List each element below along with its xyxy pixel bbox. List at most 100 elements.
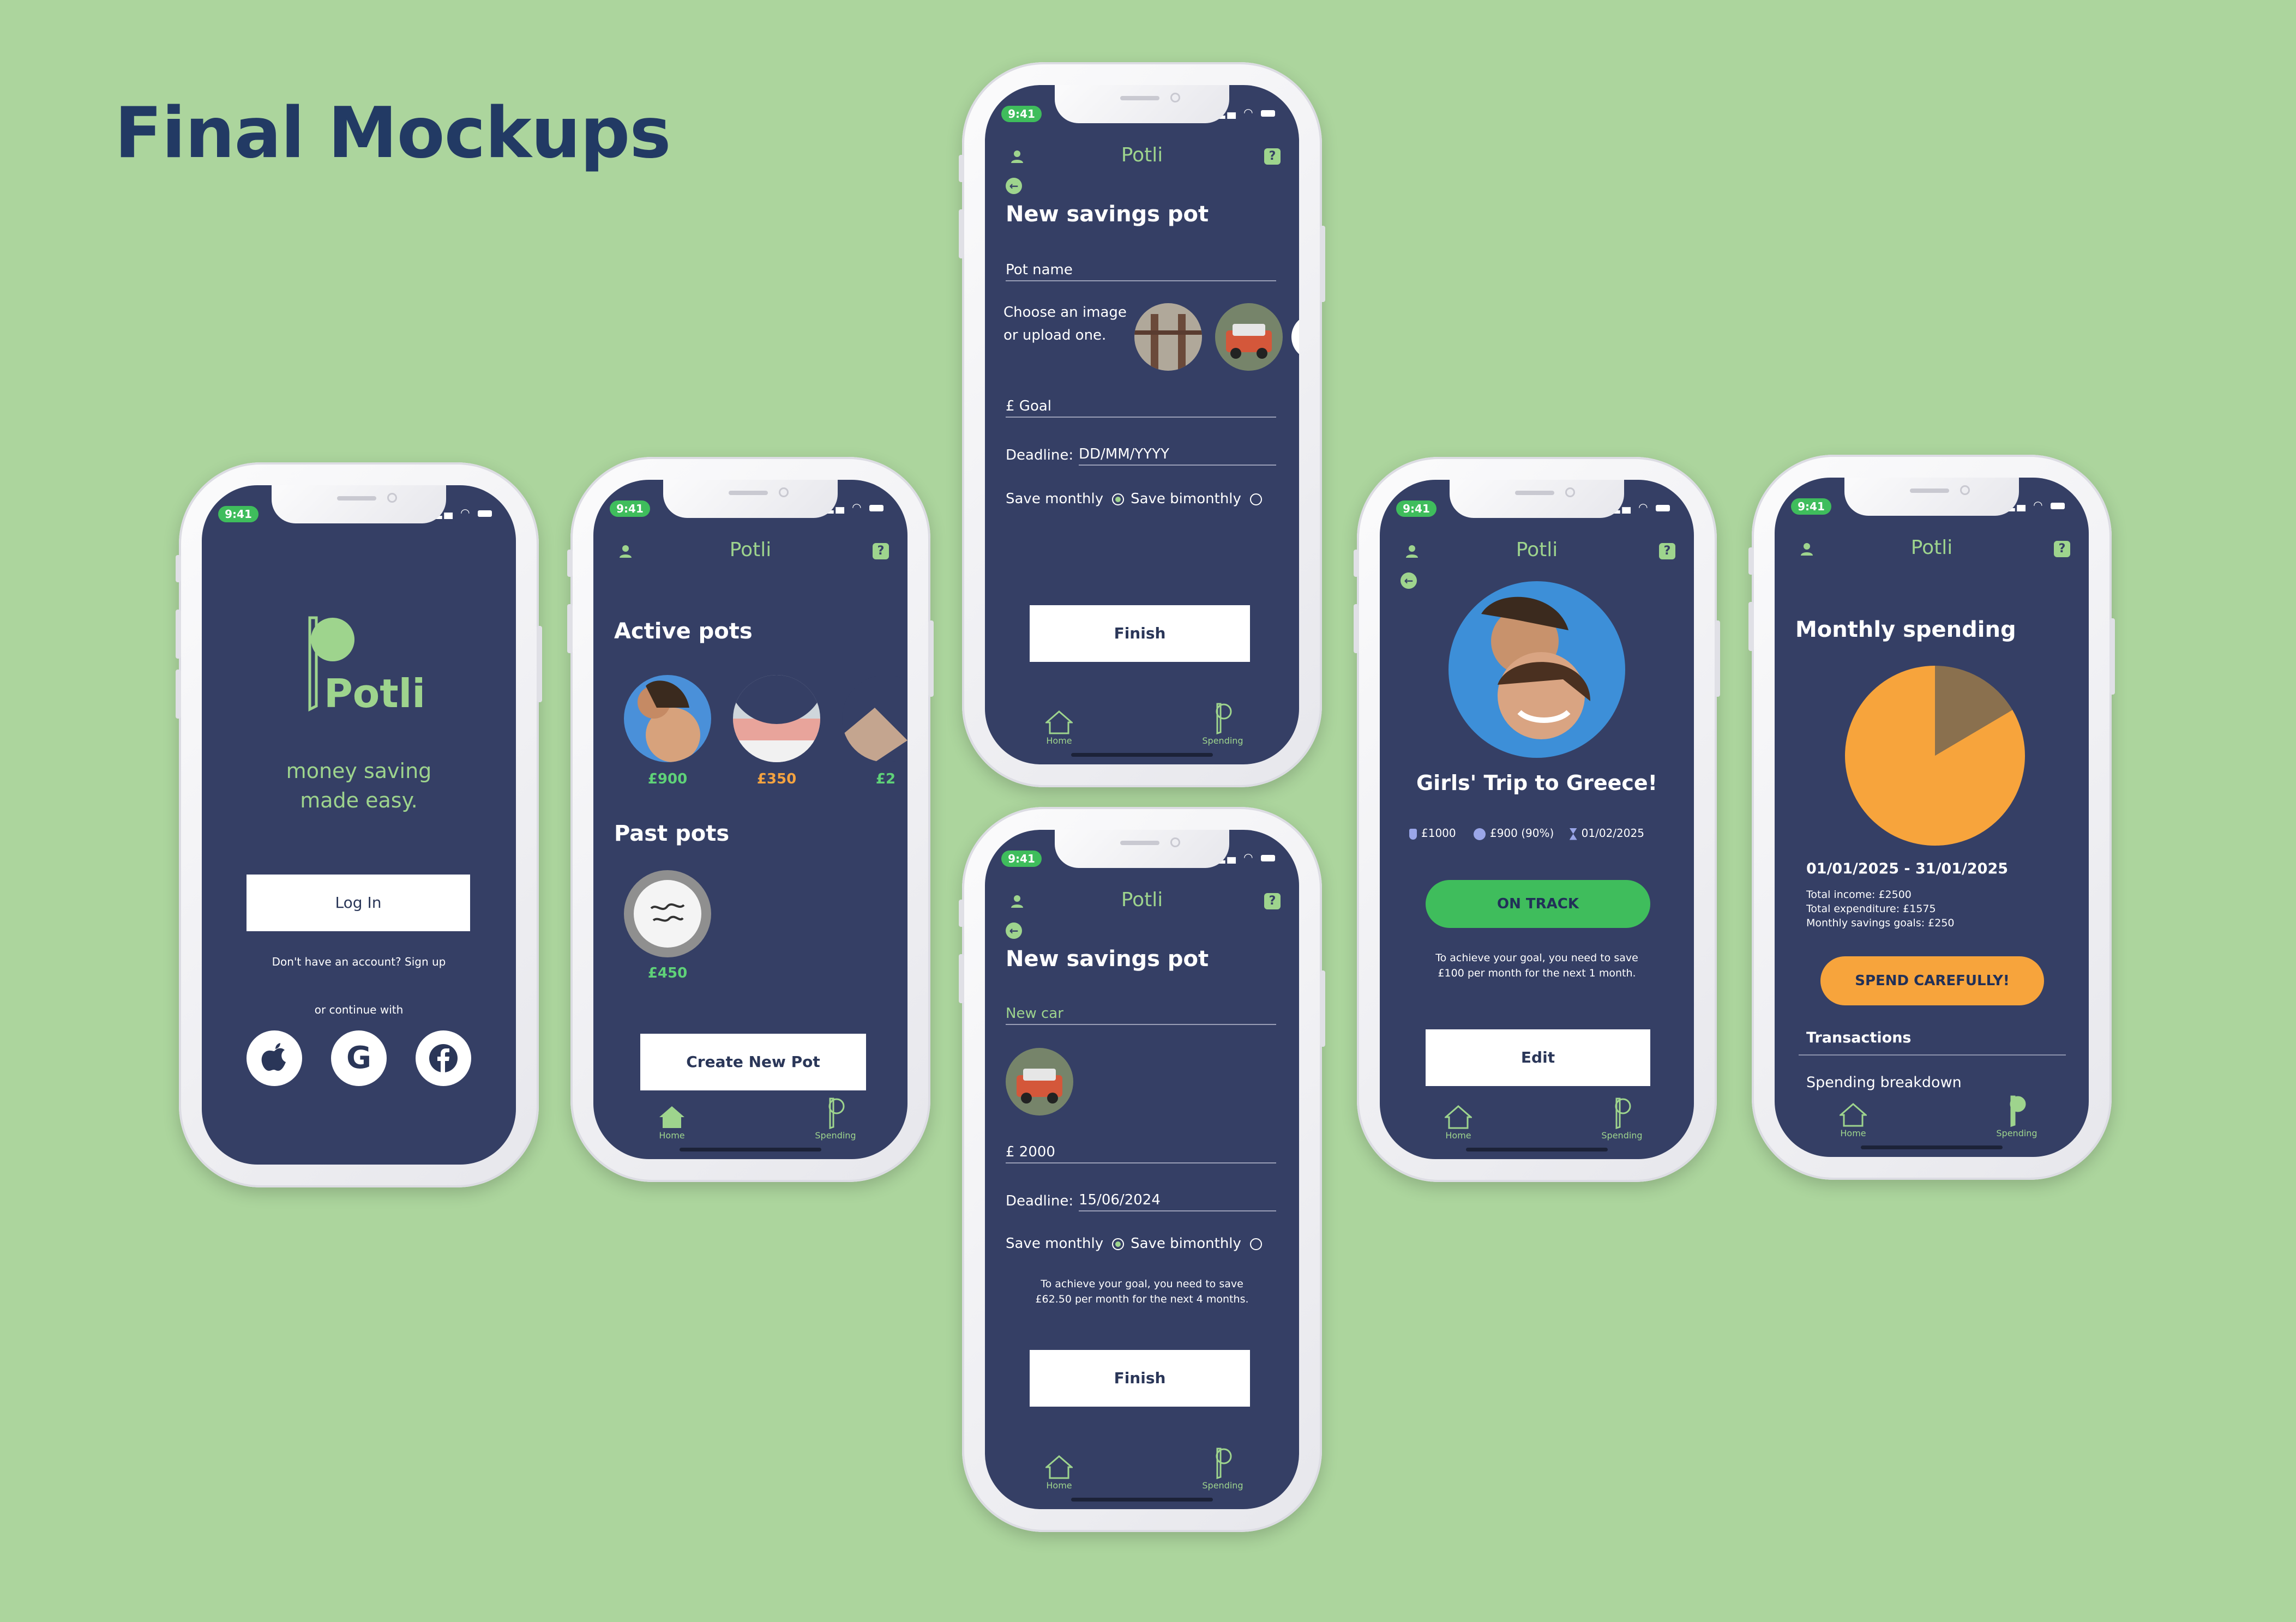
google-signin-button[interactable]: G [331, 1030, 387, 1086]
back-arrow-icon[interactable]: ← [1006, 922, 1022, 939]
active-pot-3-amount: £2 [875, 771, 896, 787]
phone-login: 9:41 ▂▄ ◠ Potli money saving made easy. … [176, 462, 542, 1187]
save-bimonthly-radio[interactable] [1249, 1238, 1262, 1250]
goal-input[interactable]: £ 2000 [1006, 1144, 1276, 1163]
save-frequency-group: Save monthly Save bimonthly [1006, 491, 1269, 507]
status-time: 9:41 [218, 506, 259, 522]
app-title: Potli [1121, 889, 1163, 911]
pots-screen: 9:41 ▂▄ ◠ Potli ? Active pots £900 £350 … [593, 480, 907, 1159]
pot-name-placeholder: Pot name [1006, 262, 1073, 278]
pot-name-input[interactable]: New car [1006, 1005, 1276, 1025]
active-pots-title: Active pots [614, 619, 753, 644]
home-indicator [1071, 1498, 1213, 1502]
spending-breakdown-link[interactable]: Spending breakdown [1806, 1074, 1962, 1091]
help-icon[interactable]: ? [1659, 543, 1675, 559]
save-bimonthly-label: Save bimonthly [1131, 491, 1241, 507]
facebook-signin-button[interactable] [416, 1030, 471, 1086]
savings-advice-2: £62.50 per month for the next 4 months. [1035, 1293, 1249, 1305]
nav-home[interactable]: Home [1026, 1455, 1092, 1491]
phone-pot-detail: 9:41 ▂▄ ◠ Potli ? ← Girls' Trip to Greec… [1354, 457, 1720, 1182]
login-tagline-2: made easy. [300, 788, 418, 812]
past-pot-1-image[interactable] [624, 870, 711, 957]
edit-button[interactable]: Edit [1426, 1029, 1650, 1086]
selected-image-car[interactable] [1006, 1048, 1073, 1115]
save-bimonthly-radio[interactable] [1249, 493, 1262, 505]
goal-input[interactable]: £ Goal [1006, 398, 1276, 418]
active-pot-3-image[interactable] [842, 675, 907, 762]
deadline-input[interactable]: DD/MM/YYYY [1079, 446, 1276, 466]
deadline-input[interactable]: 15/06/2024 [1079, 1192, 1276, 1211]
nav-spending[interactable]: Spending [803, 1096, 868, 1141]
facebook-icon [429, 1044, 458, 1072]
potli-spending-icon [1615, 1098, 1631, 1129]
finish-button[interactable]: Finish [1030, 605, 1250, 662]
home-indicator [680, 1148, 821, 1151]
image-option-bridge[interactable] [1134, 303, 1202, 371]
bottom-nav: Home Spending [1380, 1092, 1694, 1141]
app-title: Potli [1121, 144, 1163, 166]
transactions-tab[interactable]: Transactions [1806, 1029, 1912, 1046]
home-indicator [1861, 1145, 2003, 1149]
on-track-status-button[interactable]: ON TRACK [1426, 880, 1650, 928]
status-time: 9:41 [1001, 851, 1042, 867]
goal-trophy-icon [1409, 828, 1417, 840]
image-option-car[interactable] [1215, 303, 1283, 371]
bottom-nav: Home Spending [985, 697, 1299, 746]
potli-spending-icon [1216, 703, 1232, 734]
login-button[interactable]: Log In [247, 875, 470, 931]
active-pot-1-image[interactable] [624, 675, 711, 762]
home-indicator [1466, 1148, 1608, 1151]
nav-home[interactable]: Home [1820, 1103, 1886, 1138]
potli-spending-icon [2010, 1095, 2026, 1127]
nav-spending-label: Spending [1202, 1480, 1243, 1491]
bottom-nav: Home Spending [985, 1442, 1299, 1491]
login-logo-text: Potli [324, 671, 426, 716]
nav-home-label: Home [1046, 1480, 1072, 1491]
new-pot-title: New savings pot [1006, 202, 1209, 227]
help-icon[interactable]: ? [1264, 148, 1281, 165]
upload-image-option[interactable] [1291, 314, 1299, 360]
status-time: 9:41 [610, 501, 650, 517]
help-icon[interactable]: ? [873, 543, 889, 559]
help-icon[interactable]: ? [1264, 893, 1281, 909]
nav-spending[interactable]: Spending [1190, 702, 1255, 746]
help-icon[interactable]: ? [2054, 541, 2070, 557]
nav-home-label: Home [1046, 735, 1072, 746]
deadline-label: Deadline: [1006, 1193, 1074, 1209]
nav-home[interactable]: Home [1026, 710, 1092, 746]
total-income: Total income: £2500 [1806, 889, 1912, 901]
goal-placeholder: £ Goal [1006, 398, 1052, 414]
nav-home[interactable]: Home [639, 1105, 705, 1141]
savings-advice-1: To achieve your goal, you need to save [1041, 1278, 1243, 1290]
total-expenditure: Total expenditure: £1575 [1806, 903, 1936, 915]
transactions-divider [1799, 1054, 2066, 1056]
nav-spending[interactable]: Spending [1190, 1446, 1255, 1491]
nav-home-label: Home [659, 1130, 685, 1141]
phone-new-pot-empty: 9:41 ▂▄ ◠ Potli ? ← New savings pot Pot … [959, 62, 1325, 787]
pot-name-input[interactable]: Pot name [1006, 262, 1276, 281]
home-icon [1445, 1105, 1472, 1129]
new-pot-filled-screen: 9:41 ▂▄ ◠ Potli ? ← New savings pot New … [985, 830, 1299, 1509]
spending-pie-chart[interactable] [1842, 663, 2028, 848]
finish-button[interactable]: Finish [1030, 1350, 1250, 1407]
deadline-hourglass-icon [1569, 828, 1577, 840]
back-arrow-icon[interactable]: ← [1401, 572, 1417, 589]
create-new-pot-button[interactable]: Create New Pot [640, 1034, 866, 1090]
signup-link[interactable]: Don't have an account? Sign up [202, 955, 516, 968]
choose-image-label-2: or upload one. [1003, 327, 1107, 343]
spend-carefully-button[interactable]: SPEND CAREFULLY! [1820, 956, 2044, 1005]
nav-spending-label: Spending [1996, 1128, 2037, 1138]
active-pot-2-image[interactable] [733, 675, 820, 762]
home-icon [1045, 710, 1073, 734]
nav-spending[interactable]: Spending [1589, 1096, 1655, 1141]
nav-home[interactable]: Home [1426, 1105, 1491, 1141]
pot-detail-image [1448, 581, 1625, 758]
save-monthly-radio[interactable] [1112, 1238, 1125, 1250]
nav-spending-label: Spending [1202, 735, 1243, 746]
back-arrow-icon[interactable]: ← [1006, 178, 1022, 194]
apple-signin-button[interactable] [247, 1030, 302, 1086]
home-indicator [1071, 753, 1213, 757]
save-monthly-radio[interactable] [1112, 493, 1125, 505]
nav-spending[interactable]: Spending [1984, 1094, 2049, 1138]
deadline-value: 15/06/2024 [1079, 1192, 1161, 1208]
